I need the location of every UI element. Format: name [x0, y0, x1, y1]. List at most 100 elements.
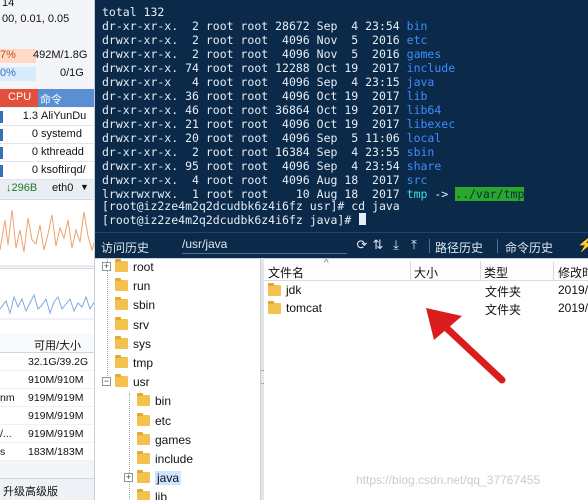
link-icon[interactable]: ⇅ [371, 237, 385, 253]
ls-entry-name: bin [406, 19, 428, 33]
ls-entry: drwxr-xr-x. 20 root root 4096 Sep 5 11:0… [102, 131, 442, 145]
tree-guide-line [107, 259, 108, 385]
refresh-icon[interactable]: ⟳ [355, 237, 369, 253]
symlink-arrow: -> [427, 187, 456, 201]
tree-item-label: run [133, 279, 151, 294]
column-name-header[interactable]: 文件名 [268, 264, 304, 281]
disk-row[interactable]: 919M/919M [0, 407, 94, 425]
folder-icon [137, 412, 150, 426]
ls-entry: drwxr-xr-x. 2 root root 4096 Nov 5 2016 … [102, 47, 442, 61]
collapse-icon[interactable]: − [102, 377, 111, 387]
watermark: https://blog.csdn.net/qq_37767455 [356, 473, 541, 487]
folder-icon [137, 489, 150, 500]
tree-item-label: include [155, 452, 194, 466]
disk-row[interactable]: 32.1G/39.2G [0, 353, 94, 371]
process-table-header: CPU 命令 [0, 89, 94, 107]
disk-row[interactable]: 910M/910M [0, 371, 94, 389]
swap-row: 0% 0/1G [0, 67, 84, 81]
expand-icon[interactable]: + [124, 473, 133, 483]
ls-entry: drwxr-xr-x. 2 root root 4096 Nov 5 2016 … [102, 33, 428, 47]
ls-entry-meta: 2 root root 28672 Sep 4 23:54 [178, 19, 407, 33]
process-row[interactable]: 0 systemd [0, 126, 94, 144]
ls-entry-name: libexec [406, 117, 456, 131]
history-button[interactable]: 访问历史 [101, 239, 149, 256]
ls-entry-name: java [406, 75, 435, 89]
disk-row[interactable]: nm 919M/919M [0, 389, 94, 407]
chevron-down-icon[interactable]: ▼ [80, 182, 89, 192]
network-row: ↓296B eth0 ▼ [0, 180, 94, 198]
ls-entry: drwxr-xr-x. 21 root root 4096 Oct 19 201… [102, 117, 456, 131]
directory-tree[interactable]: + root run sbin srv sys tmp − usr bin etc games incl… [95, 258, 260, 500]
sort-ascending-icon: ^ [324, 258, 329, 269]
process-row[interactable]: 0 kthreadd [0, 144, 94, 162]
ls-entry-meta: 21 root root 4096 Oct 19 2017 [178, 117, 407, 131]
ls-entry-name: tmp [406, 187, 428, 201]
ls-entry: drwxr-xr-x. 74 root root 12288 Oct 19 20… [102, 61, 456, 75]
upload-icon[interactable]: ⤒ [407, 237, 421, 253]
file-list-header: 文件名 ^ 大小 类型 修改时 [264, 258, 588, 281]
ls-entry-name: share [406, 159, 442, 173]
process-row[interactable]: 0 ksoftirqd/ [0, 162, 94, 180]
tree-item-label: srv [133, 317, 149, 332]
folder-icon [137, 431, 150, 445]
ls-entry-name: games [406, 47, 442, 61]
file-row[interactable]: jdk 文件夹 2019/ [264, 281, 588, 300]
tree-item-label: etc [155, 413, 172, 428]
ls-entry: dr-xr-xr-x. 46 root root 36864 Oct 19 20… [102, 103, 442, 117]
ls-entry-meta: 36 root root 4096 Oct 19 2017 [178, 89, 407, 103]
command-history-button[interactable]: 命令历史 [505, 239, 553, 256]
network-graph-svg [0, 209, 94, 267]
folder-icon [137, 451, 150, 464]
ls-entry-name: lib64 [406, 103, 442, 117]
cpu-graph [0, 268, 94, 334]
tree-item-label: java [155, 471, 182, 486]
cpu-column-header[interactable]: CPU [0, 89, 38, 107]
column-size-header[interactable]: 大小 [414, 264, 438, 281]
terminal-output[interactable]: total 132 dr-xr-xr-x. 2 root root 28672 … [95, 0, 588, 232]
folder-icon [115, 278, 128, 292]
tree-guide-line [129, 393, 130, 500]
toolbar-divider [429, 239, 430, 253]
column-modified-header[interactable]: 修改时 [558, 264, 588, 281]
tree-item-label: usr [133, 375, 150, 390]
ls-entry: drwxr-xr-x. 4 root root 4096 Aug 18 2017… [102, 173, 428, 187]
disk-row[interactable]: s 183M/183M [0, 443, 94, 461]
ls-entry-meta: 46 root root 36864 Oct 19 2017 [178, 103, 407, 117]
load-average-row: 00, 0.01, 0.05 [2, 13, 70, 25]
terminal-line: [root@iz2ze4m2q2dcudbk6z4i6fz usr]# cd j… [102, 199, 400, 213]
cpu-graph-svg [0, 293, 94, 320]
sidebar-top-line: 14 [2, 0, 15, 9]
folder-icon [137, 393, 150, 407]
tree-item-label: tmp [133, 356, 154, 370]
ls-entry-meta: 2 root root 4096 Nov 5 2016 [178, 47, 407, 61]
folder-icon [115, 374, 128, 388]
ls-entry-meta: 20 root root 4096 Sep 5 11:06 [178, 131, 407, 145]
ls-entry-name: etc [406, 33, 428, 47]
download-icon[interactable]: ⤓ [389, 237, 403, 253]
folder-icon [268, 301, 281, 314]
red-arrow-annotation [426, 308, 506, 384]
command-column-header[interactable]: 命令 [40, 91, 62, 107]
system-monitor-sidebar: 14 00, 0.01, 0.05 7% 492M/1.8G 0% 0/1G C… [0, 0, 95, 500]
tree-item-label: bin [155, 394, 172, 409]
column-type-header[interactable]: 类型 [484, 264, 508, 281]
symlink-target: ../var/tmp [455, 187, 525, 201]
folder-icon [115, 316, 128, 330]
ls-entry-name: include [406, 61, 456, 75]
network-interface-select[interactable]: eth0 [52, 182, 73, 194]
tree-item-label: lib [155, 490, 168, 500]
lightning-icon[interactable]: ⚡ [577, 236, 588, 253]
ls-entry-name: lib [406, 89, 428, 103]
disk-row[interactable]: /... 919M/919M [0, 425, 94, 443]
path-input[interactable]: /usr/java [182, 237, 347, 254]
folder-icon [115, 335, 128, 349]
path-history-button[interactable]: 路径历史 [435, 239, 483, 256]
ls-entry-meta: 95 root root 4096 Sep 4 23:54 [178, 159, 407, 173]
ls-entry-name: src [406, 173, 428, 187]
terminal-toolbar: 访问历史 /usr/java ⟳ ⇅ ⤓ ⤒ 路径历史 命令历史 ⚡ [95, 232, 588, 258]
upgrade-button[interactable]: 升级高级版 [0, 478, 94, 500]
ls-entry-meta: 4 root root 4096 Sep 4 23:15 [178, 75, 407, 89]
process-row[interactable]: 1.3 AliYunDu [0, 108, 94, 126]
ls-entry-meta: 4 root root 4096 Aug 18 2017 [178, 173, 407, 187]
expand-icon[interactable]: + [102, 262, 111, 271]
